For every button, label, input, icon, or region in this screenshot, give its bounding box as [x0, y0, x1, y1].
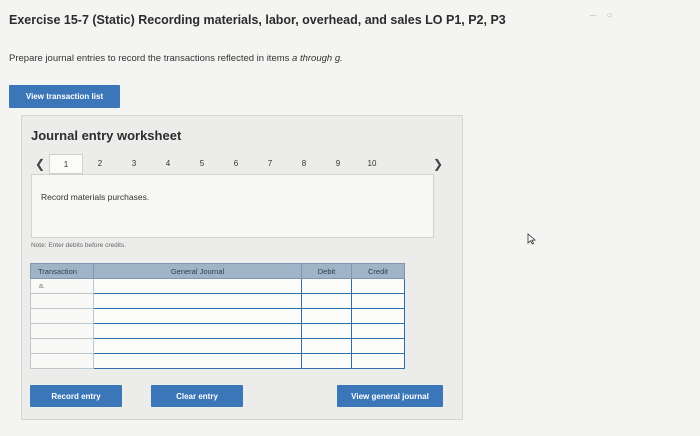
journal-entry-worksheet: Journal entry worksheet ❮ 1 2 3 4 5 6 7 … [21, 115, 463, 420]
debit-input[interactable] [301, 278, 352, 294]
mouse-cursor-icon [527, 233, 537, 245]
view-transaction-list-button[interactable]: View transaction list [9, 85, 120, 108]
header-credit: Credit [351, 263, 405, 279]
transaction-cell [30, 323, 94, 339]
window-controls: – ○ [590, 10, 612, 21]
debit-credit-note: Note: Enter debits before credits. [31, 242, 127, 249]
prev-page-icon[interactable]: ❮ [31, 157, 49, 171]
worksheet-pager: ❮ 1 2 3 4 5 6 7 8 9 10 ❯ [31, 154, 447, 174]
instruction-text: Prepare journal entries to record the tr… [9, 53, 343, 64]
journal-header-row: Transaction General Journal Debit Credit [30, 263, 405, 279]
page-tab-7[interactable]: 7 [253, 154, 287, 174]
debit-input[interactable] [301, 293, 352, 309]
table-row [30, 338, 405, 354]
worksheet-title: Journal entry worksheet [31, 128, 182, 143]
page-tab-9[interactable]: 9 [321, 154, 355, 174]
credit-input[interactable] [351, 278, 405, 294]
transaction-cell [30, 308, 94, 324]
journal-entry-table: Transaction General Journal Debit Credit… [30, 263, 405, 369]
account-select[interactable] [93, 353, 302, 369]
table-row: a. [30, 278, 405, 294]
view-general-journal-button[interactable]: View general journal [337, 385, 443, 407]
page-tab-6[interactable]: 6 [219, 154, 253, 174]
table-row [30, 308, 405, 324]
transaction-cell [30, 293, 94, 309]
page-tab-4[interactable]: 4 [151, 154, 185, 174]
minimize-icon[interactable]: – [590, 10, 596, 21]
header-transaction: Transaction [30, 263, 94, 279]
credit-input[interactable] [351, 323, 405, 339]
info-icon[interactable]: ○ [606, 10, 612, 21]
debit-input[interactable] [301, 353, 352, 369]
transaction-description: Record materials purchases. [41, 192, 150, 202]
account-select[interactable] [93, 293, 302, 309]
table-row [30, 323, 405, 339]
credit-input[interactable] [351, 353, 405, 369]
account-select[interactable] [93, 323, 302, 339]
record-entry-button[interactable]: Record entry [30, 385, 122, 407]
debit-input[interactable] [301, 323, 352, 339]
table-row [30, 353, 405, 369]
transaction-cell: a. [30, 278, 94, 294]
next-page-icon[interactable]: ❯ [429, 157, 447, 171]
page-tab-2[interactable]: 2 [83, 154, 117, 174]
debit-input[interactable] [301, 338, 352, 354]
credit-input[interactable] [351, 338, 405, 354]
account-select[interactable] [93, 338, 302, 354]
debit-input[interactable] [301, 308, 352, 324]
page-tab-8[interactable]: 8 [287, 154, 321, 174]
page-tab-10[interactable]: 10 [355, 154, 389, 174]
instruction-range: a through g. [292, 53, 343, 64]
transaction-description-box: Record materials purchases. [31, 174, 434, 238]
page-tab-5[interactable]: 5 [185, 154, 219, 174]
page-title: Exercise 15-7 (Static) Recording materia… [9, 13, 506, 27]
header-general-journal: General Journal [93, 263, 302, 279]
account-select[interactable] [93, 308, 302, 324]
credit-input[interactable] [351, 293, 405, 309]
credit-input[interactable] [351, 308, 405, 324]
page-tab-1[interactable]: 1 [49, 154, 83, 174]
page-tab-3[interactable]: 3 [117, 154, 151, 174]
account-select[interactable] [93, 278, 302, 294]
transaction-cell [30, 353, 94, 369]
header-debit: Debit [301, 263, 352, 279]
transaction-cell [30, 338, 94, 354]
clear-entry-button[interactable]: Clear entry [151, 385, 243, 407]
table-row [30, 293, 405, 309]
instruction-prefix: Prepare journal entries to record the tr… [9, 53, 293, 64]
